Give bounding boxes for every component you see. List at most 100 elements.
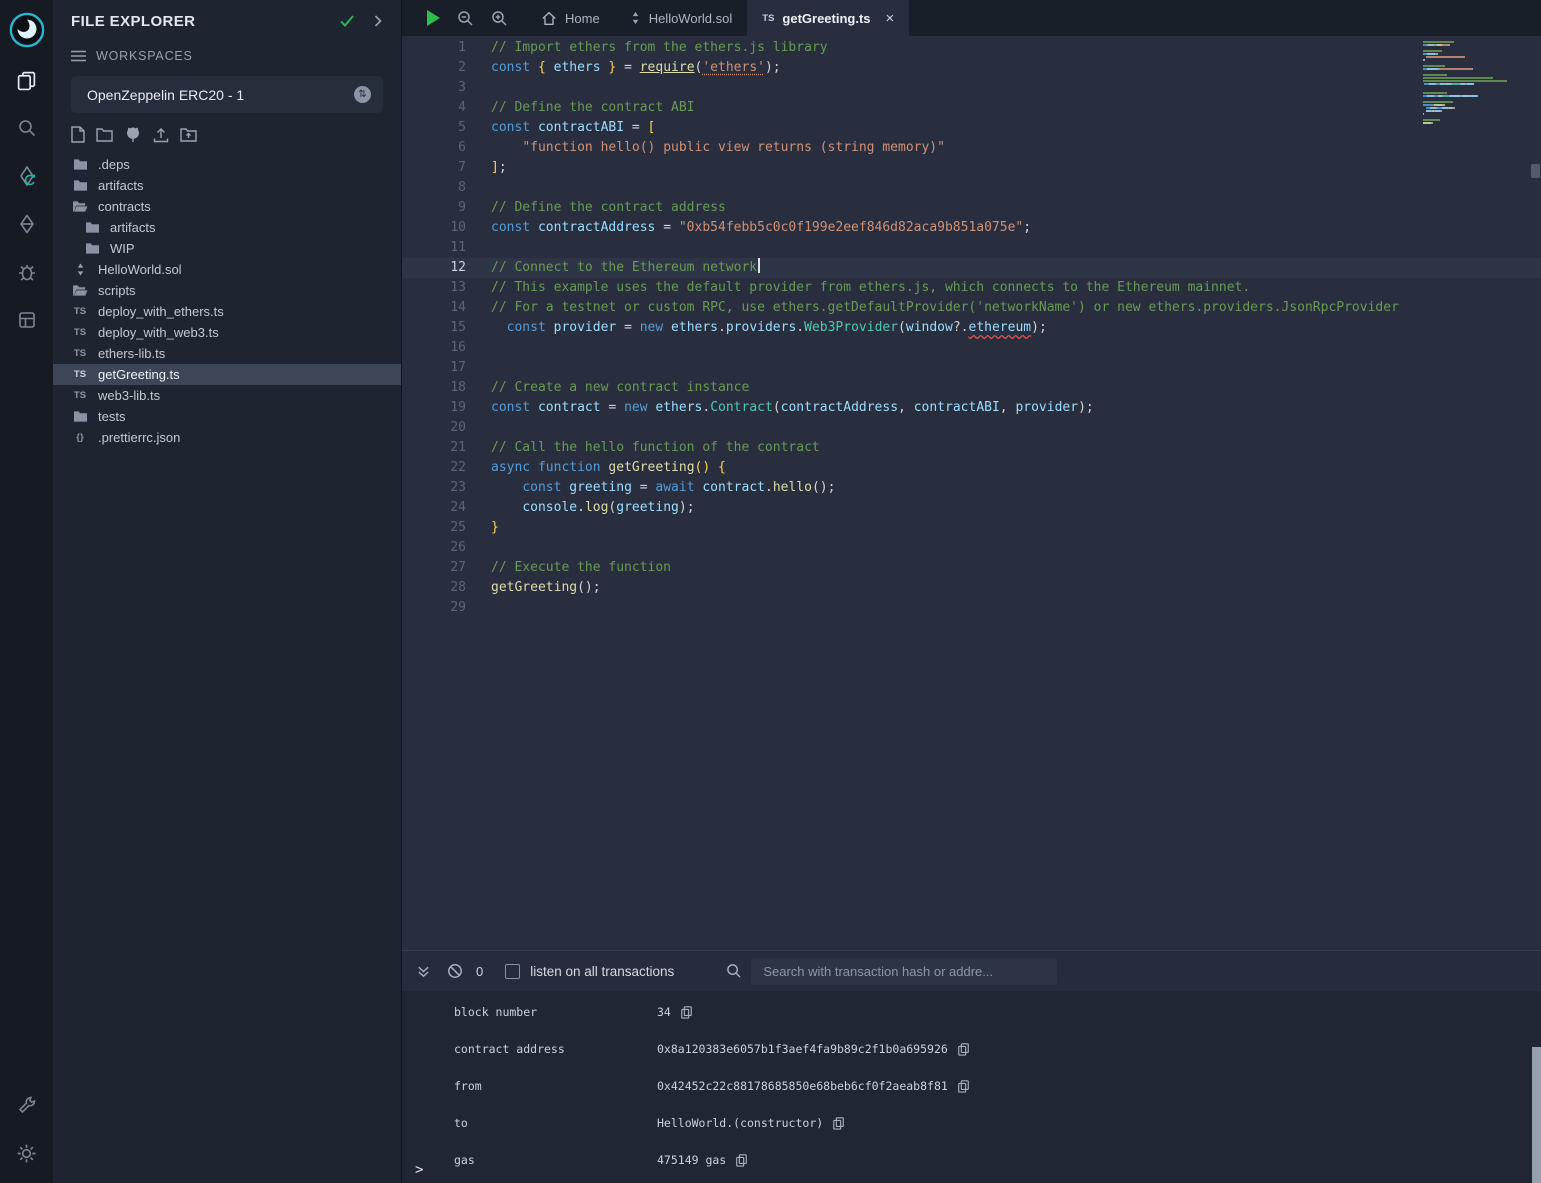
editor-scrollbar-thumb[interactable] xyxy=(1531,164,1540,178)
minimap[interactable] xyxy=(1423,41,1529,128)
file-tree-item--prettierrc-json[interactable]: {}.prettierrc.json xyxy=(53,427,401,448)
code-line-16[interactable]: 16 xyxy=(402,338,1541,358)
code-line-22[interactable]: 22async function getGreeting() { xyxy=(402,458,1541,478)
terminal-prompt[interactable]: > xyxy=(415,1162,423,1178)
line-number: 8 xyxy=(402,178,466,198)
solidity-compiler-icon[interactable] xyxy=(5,152,49,200)
file-tree-item-ethers-lib-ts[interactable]: TSethers-lib.ts xyxy=(53,343,401,364)
file-tree-item-wip[interactable]: WIP xyxy=(53,238,401,259)
copy-icon[interactable] xyxy=(680,1005,693,1019)
file-tree-item-tests[interactable]: tests xyxy=(53,406,401,427)
ts-icon: TS xyxy=(72,369,88,380)
file-tree-item-artifacts[interactable]: artifacts xyxy=(53,217,401,238)
search-icon[interactable] xyxy=(5,104,49,152)
copy-icon[interactable] xyxy=(832,1116,845,1130)
line-number: 21 xyxy=(402,438,466,458)
activity-bar xyxy=(0,0,53,1183)
line-content: // Import ethers from the ethers.js libr… xyxy=(466,38,828,58)
new-folder-icon[interactable] xyxy=(96,128,113,142)
code-line-18[interactable]: 18// Create a new contract instance xyxy=(402,378,1541,398)
line-content: const greeting = await contract.hello(); xyxy=(466,478,835,498)
file-tree-item-getgreeting-ts[interactable]: TSgetGreeting.ts xyxy=(53,364,401,385)
file-tree-item-deploy-with-ethers-ts[interactable]: TSdeploy_with_ethers.ts xyxy=(53,301,401,322)
code-line-3[interactable]: 3 xyxy=(402,78,1541,98)
file-tree: .depsartifactscontractsartifactsWIPHello… xyxy=(53,154,401,448)
deploy-run-icon[interactable] xyxy=(5,200,49,248)
code-line-7[interactable]: 7]; xyxy=(402,158,1541,178)
line-number: 1 xyxy=(402,38,466,58)
line-number: 22 xyxy=(402,458,466,478)
code-line-8[interactable]: 8 xyxy=(402,178,1541,198)
new-file-icon[interactable] xyxy=(71,126,85,143)
code-line-17[interactable]: 17 xyxy=(402,358,1541,378)
terminal-body: block number34contract address0x8a120383… xyxy=(402,991,1541,1183)
zoom-in-icon[interactable] xyxy=(491,10,508,27)
workspace-selector[interactable]: OpenZeppelin ERC20 - 1 ⇅ xyxy=(71,76,383,113)
file-tree-item-artifacts[interactable]: artifacts xyxy=(53,175,401,196)
run-script-button[interactable] xyxy=(427,10,440,26)
close-tab-icon[interactable]: × xyxy=(886,10,895,27)
clear-console-icon[interactable] xyxy=(447,963,463,979)
hamburger-menu-icon[interactable] xyxy=(71,50,86,62)
code-editor[interactable]: 1// Import ethers from the ethers.js lib… xyxy=(402,36,1541,950)
remix-logo-icon[interactable] xyxy=(5,4,49,56)
tab-helloworld-sol[interactable]: HelloWorld.sol xyxy=(615,0,748,36)
check-icon[interactable] xyxy=(339,14,355,28)
copy-icon[interactable] xyxy=(957,1079,970,1093)
chevron-right-icon[interactable] xyxy=(373,14,383,28)
upload-icon[interactable] xyxy=(153,127,169,143)
debugger-icon[interactable] xyxy=(5,248,49,296)
line-content: } xyxy=(466,518,499,538)
file-tree-item-contracts[interactable]: contracts xyxy=(53,196,401,217)
code-line-29[interactable]: 29 xyxy=(402,598,1541,618)
code-line-20[interactable]: 20 xyxy=(402,418,1541,438)
code-line-9[interactable]: 9// Define the contract address xyxy=(402,198,1541,218)
code-line-26[interactable]: 26 xyxy=(402,538,1541,558)
code-line-10[interactable]: 10const contractAddress = "0xb54febb5c0c… xyxy=(402,218,1541,238)
file-tree-item-web3-lib-ts[interactable]: TSweb3-lib.ts xyxy=(53,385,401,406)
code-line-14[interactable]: 14// For a testnet or custom RPC, use et… xyxy=(402,298,1541,318)
workspaces-label: WORKSPACES xyxy=(96,49,193,63)
tab-home[interactable]: Home xyxy=(526,0,615,36)
code-line-23[interactable]: 23 const greeting = await contract.hello… xyxy=(402,478,1541,498)
code-line-24[interactable]: 24 console.log(greeting); xyxy=(402,498,1541,518)
code-line-6[interactable]: 6 "function hello() public view returns … xyxy=(402,138,1541,158)
code-line-4[interactable]: 4// Define the contract ABI xyxy=(402,98,1541,118)
github-icon[interactable] xyxy=(124,126,142,143)
plugin-icon[interactable] xyxy=(5,296,49,344)
zoom-out-icon[interactable] xyxy=(457,10,474,27)
file-tree-item-deploy-with-web3-ts[interactable]: TSdeploy_with_web3.ts xyxy=(53,322,401,343)
file-tree-item--deps[interactable]: .deps xyxy=(53,154,401,175)
transaction-search-input[interactable] xyxy=(751,958,1057,985)
code-line-25[interactable]: 25} xyxy=(402,518,1541,538)
window-scrollbar-thumb[interactable] xyxy=(1532,1047,1541,1183)
code-line-13[interactable]: 13// This example uses the default provi… xyxy=(402,278,1541,298)
code-line-28[interactable]: 28getGreeting(); xyxy=(402,578,1541,598)
settings-gear-icon[interactable] xyxy=(5,1129,49,1177)
file-tree-item-helloworld-sol[interactable]: HelloWorld.sol xyxy=(53,259,401,280)
load-folder-icon[interactable] xyxy=(180,127,197,142)
code-line-15[interactable]: 15 const provider = new ethers.providers… xyxy=(402,318,1541,338)
code-line-2[interactable]: 2const { ethers } = require('ethers'); xyxy=(402,58,1541,78)
tab-getgreeting-ts[interactable]: TS getGreeting.ts × xyxy=(747,0,909,36)
code-line-11[interactable]: 11 xyxy=(402,238,1541,258)
file-explorer-icon[interactable] xyxy=(5,56,49,104)
plugin-manager-icon[interactable] xyxy=(5,1081,49,1129)
code-line-1[interactable]: 1// Import ethers from the ethers.js lib… xyxy=(402,38,1541,58)
code-line-19[interactable]: 19const contract = new ethers.Contract(c… xyxy=(402,398,1541,418)
code-line-12[interactable]: 12// Connect to the Ethereum network xyxy=(402,258,1541,278)
folder-icon xyxy=(72,179,88,192)
code-line-21[interactable]: 21// Call the hello function of the cont… xyxy=(402,438,1541,458)
tx-detail-value: 0x42452c22c88178685850e68beb6cf0f2aeab8f… xyxy=(657,1079,948,1093)
copy-icon[interactable] xyxy=(735,1153,748,1167)
line-content xyxy=(466,418,491,438)
line-number: 15 xyxy=(402,318,466,338)
file-tree-item-scripts[interactable]: scripts xyxy=(53,280,401,301)
code-line-5[interactable]: 5const contractABI = [ xyxy=(402,118,1541,138)
code-line-27[interactable]: 27// Execute the function xyxy=(402,558,1541,578)
listen-all-transactions-checkbox[interactable] xyxy=(505,964,520,979)
file-explorer-toolbar xyxy=(53,113,401,151)
collapse-terminal-icon[interactable] xyxy=(416,964,431,979)
line-number: 17 xyxy=(402,358,466,378)
copy-icon[interactable] xyxy=(957,1042,970,1056)
